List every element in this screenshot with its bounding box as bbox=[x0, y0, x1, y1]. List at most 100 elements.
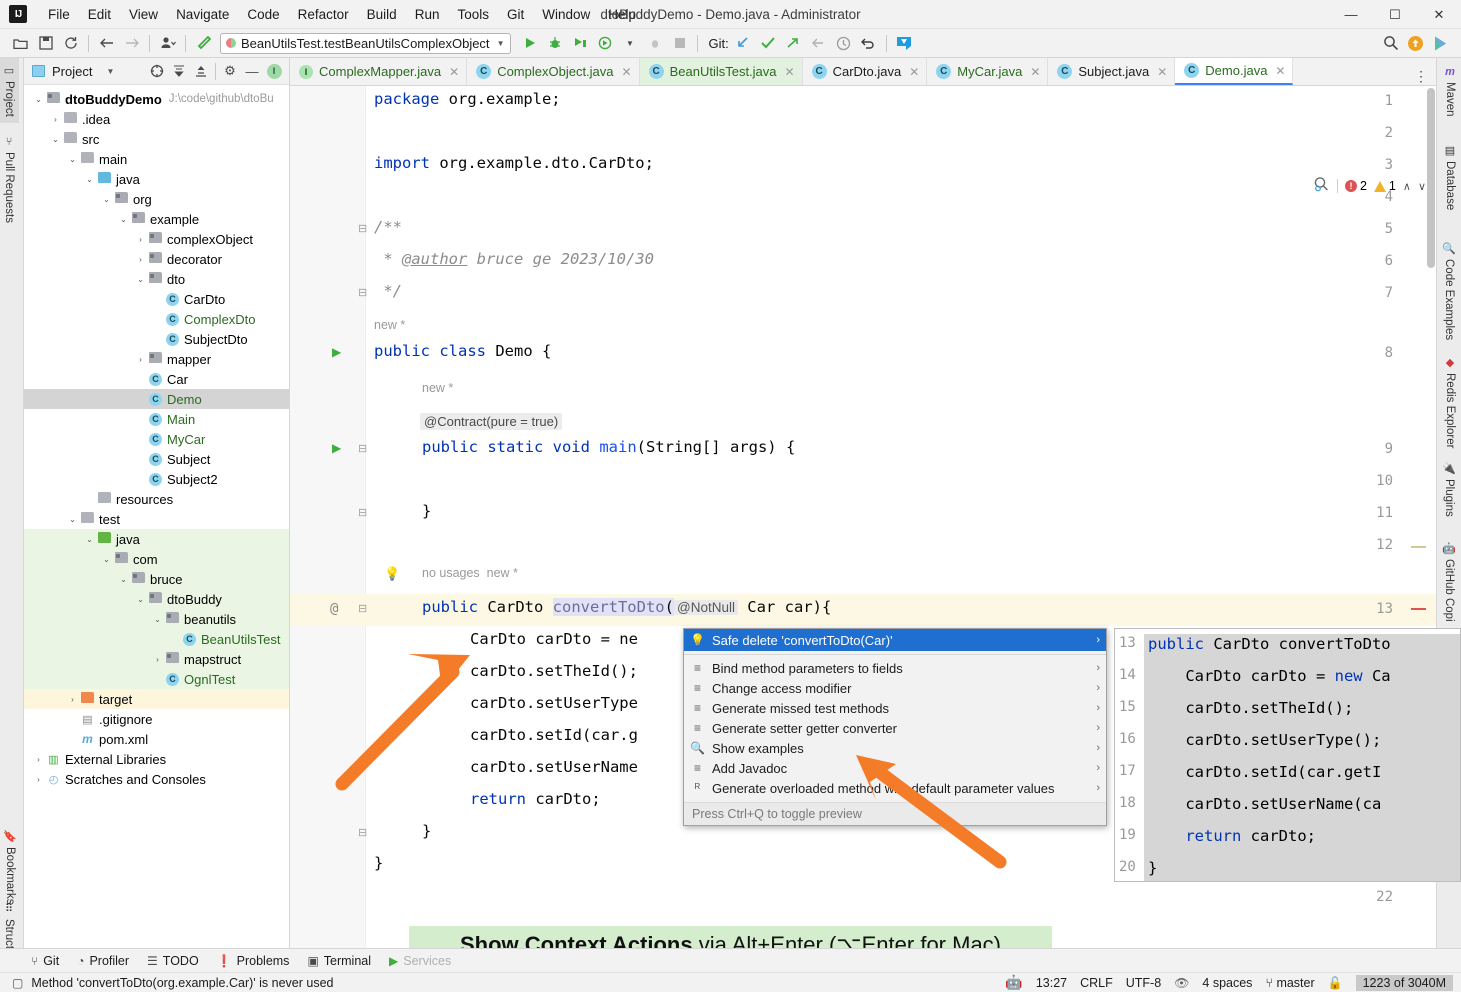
project-tree[interactable]: ⌄dtoBuddyDemoJ:\code\github\dtoBu›.idea⌄… bbox=[24, 85, 289, 962]
tree-node-dtobuddy[interactable]: ⌄dtoBuddy bbox=[24, 589, 289, 609]
editor-scrollbar[interactable] bbox=[1427, 88, 1435, 268]
tree-node-com[interactable]: ⌄com bbox=[24, 549, 289, 569]
tree-node-complexobject[interactable]: ›complexObject bbox=[24, 229, 289, 249]
tree-node-resources[interactable]: resources bbox=[24, 489, 289, 509]
close-icon[interactable]: ✕ bbox=[1157, 65, 1167, 79]
menu-navigate[interactable]: Navigate bbox=[167, 4, 238, 25]
tree-node-subject[interactable]: CSubject bbox=[24, 449, 289, 469]
update-project-icon[interactable] bbox=[731, 31, 756, 55]
menu-file[interactable]: File bbox=[39, 4, 79, 25]
tree-node-demo[interactable]: CDemo bbox=[24, 389, 289, 409]
menu-build[interactable]: Build bbox=[358, 4, 406, 25]
editor-gutter[interactable] bbox=[290, 86, 366, 948]
chevron-right-icon[interactable]: › bbox=[1096, 742, 1100, 754]
chevron-right-icon[interactable]: › bbox=[66, 695, 79, 704]
chevron-down-icon[interactable]: ⌄ bbox=[117, 215, 130, 224]
chevron-right-icon[interactable]: › bbox=[49, 115, 62, 124]
tree-node-beanutilstest[interactable]: CBeanUtilsTest bbox=[24, 629, 289, 649]
tree-node-ognltest[interactable]: COgnlTest bbox=[24, 669, 289, 689]
sidebar-item-pull-requests[interactable]: ⑂ Pull Requests bbox=[0, 130, 19, 229]
collapse-all-icon[interactable] bbox=[190, 60, 212, 82]
tree-node-main[interactable]: ⌄main bbox=[24, 149, 289, 169]
chevron-down-icon[interactable]: ▼ bbox=[617, 31, 642, 55]
chevron-down-icon[interactable]: ⌄ bbox=[100, 555, 113, 564]
menu-item-safe-delete-converttodto-car-[interactable]: 💡Safe delete 'convertToDto(Car)'› bbox=[684, 629, 1106, 651]
search-icon[interactable] bbox=[1378, 31, 1403, 55]
forward-arrow-icon[interactable] bbox=[119, 31, 144, 55]
chevron-right-icon[interactable]: › bbox=[1096, 782, 1100, 794]
build-hammer-icon[interactable] bbox=[191, 31, 216, 55]
ai-chat-icon[interactable] bbox=[892, 31, 917, 55]
tree-node-test[interactable]: ⌄test bbox=[24, 509, 289, 529]
tree-node-dto[interactable]: ⌄dto bbox=[24, 269, 289, 289]
tree-node-example[interactable]: ⌄example bbox=[24, 209, 289, 229]
run-class-icon[interactable]: ▶ bbox=[332, 345, 341, 359]
tree-node-mapstruct[interactable]: ›mapstruct bbox=[24, 649, 289, 669]
chevron-down-icon[interactable]: ⌄ bbox=[100, 195, 113, 204]
tree-node--gitignore[interactable]: ▤.gitignore bbox=[24, 709, 289, 729]
chevron-down-icon[interactable]: ⌄ bbox=[66, 515, 79, 524]
tree-node-beanutils[interactable]: ⌄beanutils bbox=[24, 609, 289, 629]
menu-item-generate-setter-getter-converter[interactable]: ≡Generate setter getter converter› bbox=[684, 718, 1106, 738]
editor-tab-cardto-java[interactable]: CCarDto.java✕ bbox=[803, 58, 928, 85]
chevron-right-icon[interactable]: › bbox=[1096, 662, 1100, 674]
select-opened-file-icon[interactable] bbox=[146, 60, 168, 82]
back-arrow-icon[interactable] bbox=[94, 31, 119, 55]
inspection-widget[interactable]: !2 1 ∧ ∨ bbox=[1313, 176, 1426, 196]
tree-node-scratches-and-consoles[interactable]: ›◴Scratches and Consoles bbox=[24, 769, 289, 789]
tree-node--idea[interactable]: ›.idea bbox=[24, 109, 289, 129]
editor-tab-complexmapper-java[interactable]: IComplexMapper.java✕ bbox=[290, 58, 467, 85]
sidebar-item-maven[interactable]: m Maven bbox=[1439, 60, 1461, 123]
tab-list-menu-icon[interactable]: ⋮ bbox=[1406, 68, 1436, 85]
commit-icon[interactable] bbox=[756, 31, 781, 55]
close-icon[interactable]: ✕ bbox=[909, 65, 919, 79]
chevron-right-icon[interactable]: › bbox=[32, 755, 45, 764]
context-actions-popup[interactable]: 💡Safe delete 'convertToDto(Car)'›≡Bind m… bbox=[683, 628, 1107, 826]
editor-tab-bar[interactable]: IComplexMapper.java✕CComplexObject.java✕… bbox=[290, 58, 1436, 86]
chevron-right-icon[interactable]: › bbox=[1096, 702, 1100, 714]
open-folder-icon[interactable] bbox=[8, 31, 33, 55]
rollback-icon[interactable] bbox=[856, 31, 881, 55]
run-icon[interactable] bbox=[517, 31, 542, 55]
menu-item-generate-overloaded-method-with-default-[interactable]: ᴿGenerate overloaded method with default… bbox=[684, 778, 1106, 798]
run-method-icon[interactable]: ▶ bbox=[332, 441, 341, 455]
tree-node-car[interactable]: CCar bbox=[24, 369, 289, 389]
sidebar-item-redis-explorer[interactable]: ◆ Redis Explorer bbox=[1439, 350, 1461, 454]
sidebar-item-database[interactable]: ▤ Database bbox=[1439, 138, 1461, 216]
chevron-down-icon[interactable]: ⌄ bbox=[49, 135, 62, 144]
inlay-hint-new[interactable]: new * bbox=[374, 318, 405, 332]
close-icon[interactable]: ✕ bbox=[622, 65, 632, 79]
menu-code[interactable]: Code bbox=[238, 4, 288, 25]
chevron-right-icon[interactable]: › bbox=[1096, 682, 1100, 694]
bottom-tab-git[interactable]: ⑂Git bbox=[22, 954, 68, 968]
chevron-down-icon[interactable]: ⌄ bbox=[117, 575, 130, 584]
tree-node-java[interactable]: ⌄java bbox=[24, 529, 289, 549]
memory-indicator[interactable]: 1223 of 3040M bbox=[1356, 975, 1453, 991]
sync-icon[interactable] bbox=[58, 31, 83, 55]
github-copilot-icon[interactable]: 🤖 bbox=[1005, 974, 1022, 991]
avatar-icon[interactable]: I bbox=[263, 60, 285, 82]
tree-node-bruce[interactable]: ⌄bruce bbox=[24, 569, 289, 589]
chevron-right-icon[interactable]: › bbox=[1096, 762, 1100, 774]
push-icon[interactable] bbox=[781, 31, 806, 55]
menu-item-generate-missed-test-methods[interactable]: ≡Generate missed test methods› bbox=[684, 698, 1106, 718]
tree-node-decorator[interactable]: ›decorator bbox=[24, 249, 289, 269]
settings-gear-icon[interactable]: ⚙ bbox=[219, 60, 241, 82]
tree-node-java[interactable]: ⌄java bbox=[24, 169, 289, 189]
method-identifier[interactable]: convertToDto bbox=[553, 598, 665, 616]
menu-item-change-access-modifier[interactable]: ≡Change access modifier› bbox=[684, 678, 1106, 698]
editor-tab-beanutilstest-java[interactable]: CBeanUtilsTest.java✕ bbox=[640, 58, 803, 85]
sidebar-item-github-copilot[interactable]: 🤖 GitHub Copi bbox=[1437, 536, 1461, 628]
close-icon[interactable]: ✕ bbox=[449, 65, 459, 79]
profile-run-icon[interactable] bbox=[592, 31, 617, 55]
editor-tab-demo-java[interactable]: CDemo.java✕ bbox=[1175, 58, 1293, 85]
tree-node-pom-xml[interactable]: mpom.xml bbox=[24, 729, 289, 749]
menu-git[interactable]: Git bbox=[498, 4, 533, 25]
chevron-right-icon[interactable]: › bbox=[151, 655, 164, 664]
chevron-right-icon[interactable]: › bbox=[32, 775, 45, 784]
tree-node-org[interactable]: ⌄org bbox=[24, 189, 289, 209]
chevron-down-icon[interactable]: ⌄ bbox=[83, 175, 96, 184]
chevron-down-icon[interactable]: ⌄ bbox=[134, 275, 147, 284]
error-count-badge[interactable]: !2 bbox=[1345, 179, 1367, 193]
save-icon[interactable] bbox=[33, 31, 58, 55]
